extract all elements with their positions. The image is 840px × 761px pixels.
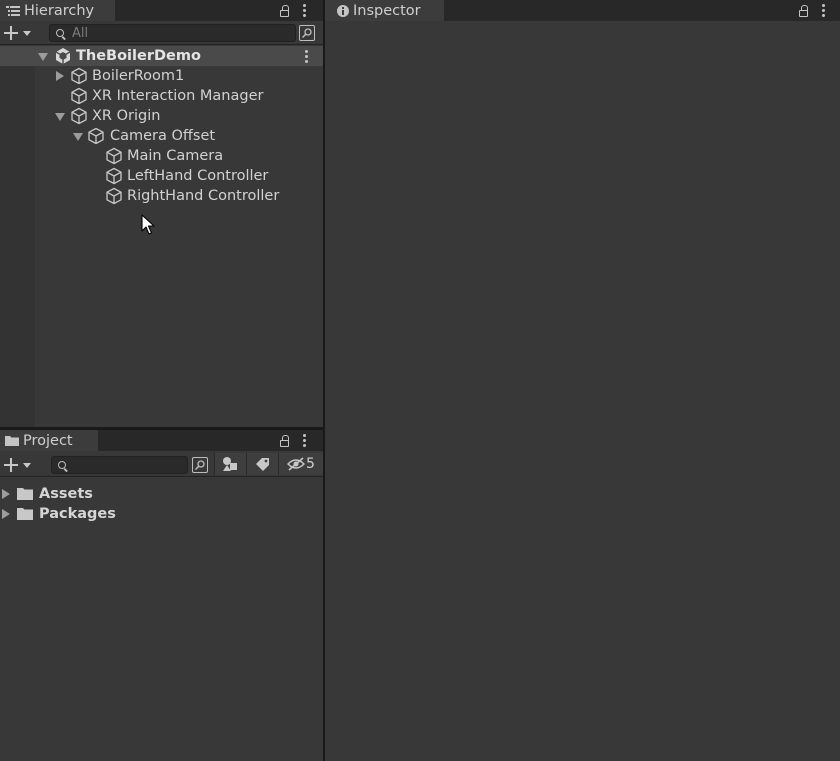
hierarchy-item[interactable]: Camera Offset [0, 126, 323, 146]
fold-open-icon[interactable] [38, 53, 48, 61]
project-folder-row[interactable]: Packages [0, 504, 323, 524]
hierarchy-item[interactable]: BoilerRoom1 [0, 66, 323, 86]
folder-icon [17, 488, 33, 500]
fold-closed-icon[interactable] [2, 489, 10, 499]
hierarchy-item[interactable]: XR Origin [0, 106, 323, 126]
hierarchy-item-label: XR Origin [92, 108, 161, 124]
fold-open-icon[interactable] [55, 113, 65, 121]
more-menu-icon[interactable] [822, 4, 825, 17]
tab-project-label: Project [23, 432, 73, 449]
cube-icon [88, 127, 104, 145]
hierarchy-item[interactable]: Main Camera [0, 146, 323, 166]
hierarchy-toolbar: All [0, 21, 323, 45]
search-by-type-icon[interactable] [192, 457, 208, 473]
shapes-icon [223, 457, 237, 471]
fold-closed-icon[interactable] [56, 71, 64, 81]
more-menu-icon[interactable] [303, 4, 306, 17]
search-placeholder: All [72, 26, 89, 41]
filter-by-label-button[interactable] [246, 453, 278, 475]
search-icon [56, 29, 64, 37]
scene-menu-icon[interactable] [305, 50, 308, 63]
lock-icon[interactable] [280, 4, 289, 17]
add-icon[interactable] [4, 26, 18, 40]
fold-open-icon[interactable] [73, 133, 83, 141]
mouse-cursor-icon [141, 214, 155, 235]
hierarchy-item-label: BoilerRoom1 [92, 68, 185, 84]
search-icon [58, 461, 66, 469]
unity-scene-icon [55, 48, 71, 64]
cube-icon [71, 107, 87, 125]
cube-icon [71, 67, 87, 85]
lock-icon[interactable] [280, 434, 289, 447]
hidden-count: 5 [306, 456, 315, 472]
lock-icon[interactable] [799, 4, 808, 17]
hierarchy-search-input[interactable]: All [49, 24, 296, 42]
hidden-packages-button[interactable]: 5 [278, 453, 323, 475]
tab-project[interactable]: Project [0, 430, 98, 451]
hierarchy-item-label: RightHand Controller [127, 188, 280, 204]
inspector-panel: Inspector [325, 0, 840, 761]
add-icon[interactable] [4, 458, 18, 472]
hierarchy-item[interactable]: LeftHand Controller [0, 166, 323, 186]
info-icon [337, 4, 349, 17]
tab-inspector-label: Inspector [353, 2, 421, 19]
tab-hierarchy-label: Hierarchy [24, 2, 95, 19]
project-folder-row[interactable]: Assets [0, 484, 323, 504]
filter-by-type-button[interactable] [214, 453, 246, 475]
scene-row[interactable]: TheBoilerDemo [0, 46, 323, 66]
left-column: Hierarchy All TheBoilerDemo BoilerRoom1 … [0, 0, 323, 761]
project-toolbar: 5 [0, 453, 323, 477]
list-icon [6, 5, 20, 17]
search-by-type-icon[interactable] [299, 25, 315, 41]
chevron-down-icon[interactable] [23, 463, 31, 468]
hierarchy-item-label: XR Interaction Manager [92, 88, 264, 104]
fold-closed-icon[interactable] [2, 509, 10, 519]
project-folder-label: Assets [39, 486, 93, 502]
scene-name: TheBoilerDemo [76, 48, 201, 64]
eye-hidden-icon [287, 457, 305, 471]
cube-icon [106, 187, 122, 205]
cube-icon [71, 87, 87, 105]
tag-icon [256, 458, 269, 471]
folder-icon [17, 508, 33, 520]
cube-icon [106, 147, 122, 165]
hierarchy-tabbar: Hierarchy [0, 0, 323, 21]
hierarchy-item-label: Camera Offset [110, 128, 216, 144]
cube-icon [106, 167, 122, 185]
folder-icon [5, 436, 19, 446]
project-tabbar: Project [0, 430, 323, 451]
chevron-down-icon[interactable] [23, 31, 31, 36]
hierarchy-item-label: LeftHand Controller [127, 168, 269, 184]
more-menu-icon[interactable] [303, 434, 306, 447]
hierarchy-item[interactable]: XR Interaction Manager [0, 86, 323, 106]
hierarchy-item-label: Main Camera [127, 148, 224, 164]
project-search-input[interactable] [51, 456, 188, 474]
inspector-tabbar: Inspector [325, 0, 840, 21]
tab-inspector[interactable]: Inspector [325, 0, 444, 21]
hierarchy-item[interactable]: RightHand Controller [0, 186, 323, 206]
project-folder-label: Packages [39, 506, 116, 522]
tab-hierarchy[interactable]: Hierarchy [0, 0, 115, 21]
